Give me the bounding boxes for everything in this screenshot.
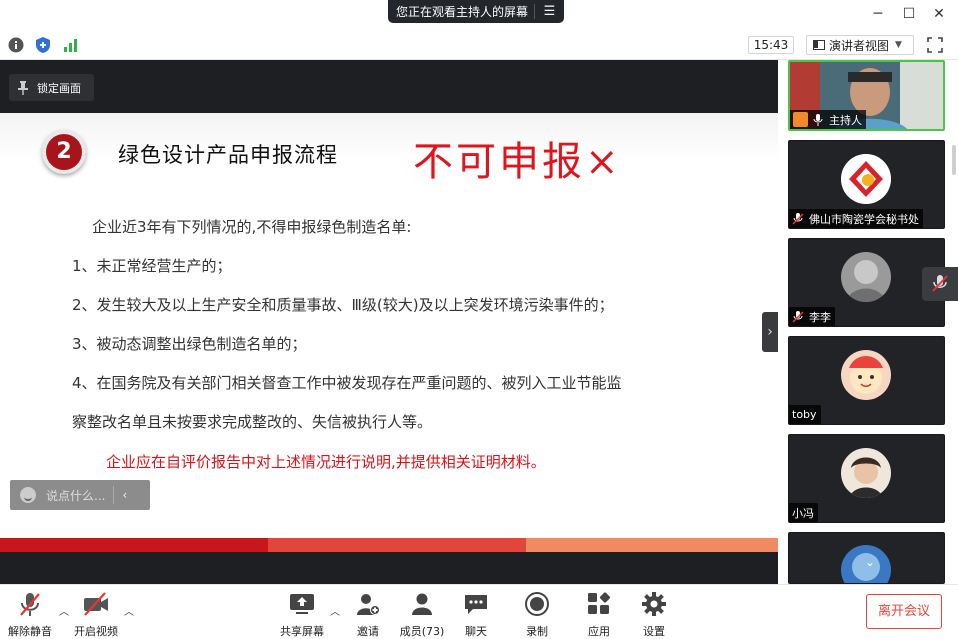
participant-tile[interactable]: ⌄ xyxy=(788,532,945,584)
gallery-scrollbar[interactable] xyxy=(952,145,956,175)
participant-tile[interactable]: toby xyxy=(788,336,945,425)
microphone-muted-icon xyxy=(792,310,804,323)
title-bar: 您正在观看主持人的屏幕 ☰ ─ ☐ ✕ xyxy=(0,0,958,30)
share-screen-icon xyxy=(290,594,314,614)
slide-item-4: 4、在国务院及有关部门相关督查工作中被发现存在严重问题的、被列入工业节能监 xyxy=(72,374,622,392)
hamburger-menu-icon[interactable]: ☰ xyxy=(534,4,564,19)
participant-name: toby xyxy=(792,408,817,421)
comment-placeholder: 说点什么... xyxy=(46,488,106,503)
comment-divider xyxy=(113,486,115,504)
microphone-icon xyxy=(813,113,823,126)
participant-name-label: toby xyxy=(789,405,821,424)
slide-header-shade xyxy=(0,113,778,161)
view-mode-dropdown[interactable]: 演讲者视图 ▼ xyxy=(806,35,914,55)
share-banner-text: 您正在观看主持人的屏幕 xyxy=(396,5,529,19)
participant-tile-host[interactable]: 主持人 xyxy=(788,60,945,131)
host-avatar-icon xyxy=(793,112,808,127)
participant-gallery: 主持人 佛山市陶瓷学会秘书处 李李 toby 小冯 ⌄ xyxy=(778,60,958,584)
record-icon xyxy=(525,592,549,616)
emoji-icon[interactable] xyxy=(20,487,36,503)
meeting-status-bar: 15:43 演讲者视图 ▼ xyxy=(0,30,958,60)
footer-bar-2 xyxy=(268,538,526,552)
camera-off-icon xyxy=(84,592,108,616)
shared-screen-area: 锁定画面 2 绿色设计产品申报流程 不可申报× 企业近3年有下列情况的,不得申报… xyxy=(0,60,778,584)
comment-box[interactable]: 说点什么... ‹ xyxy=(10,480,150,510)
section-number-badge: 2 xyxy=(42,130,86,174)
participant-tile[interactable]: 佛山市陶瓷学会秘书处 xyxy=(788,140,945,229)
avatar-photo xyxy=(841,448,891,498)
participant-name-label: 小冯 xyxy=(789,503,818,522)
presentation-slide: 2 绿色设计产品申报流程 不可申报× 企业近3年有下列情况的,不得申报绿色制造名… xyxy=(0,113,778,552)
not-eligible-stamp: 不可申报× xyxy=(413,139,622,185)
view-mode-label: 演讲者视图 xyxy=(829,38,890,53)
floating-mic-button[interactable] xyxy=(922,267,958,301)
settings-label: 设置 xyxy=(643,625,665,638)
chat-label: 聊天 xyxy=(465,625,487,638)
slide-item-2: 2、发生较大及以上生产安全和质量事故、Ⅲ级(较大)及以上突发环境污染事件的； xyxy=(72,296,614,314)
avatar-photo xyxy=(841,252,891,302)
footer-bar-3 xyxy=(526,538,778,552)
maximize-icon[interactable]: ☐ xyxy=(899,4,919,24)
speaker-view-icon xyxy=(813,40,825,50)
participant-name-label: 李李 xyxy=(789,307,835,326)
lock-screen-button[interactable]: 锁定画面 xyxy=(9,74,94,101)
host-name: 主持人 xyxy=(829,113,862,127)
chevron-left-icon[interactable]: ‹ xyxy=(122,488,127,502)
record-label: 录制 xyxy=(526,625,548,638)
share-screen-label: 共享屏幕 xyxy=(280,625,324,638)
meeting-clock: 15:43 xyxy=(748,36,794,54)
video-options-caret[interactable]: ︿ xyxy=(124,603,134,618)
participant-name: 佛山市陶瓷学会秘书处 xyxy=(809,212,919,226)
slide-note: 企业应在自评价报告中对上述情况进行说明,并提供相关证明材料。 xyxy=(106,453,546,471)
close-icon[interactable]: ✕ xyxy=(929,4,949,24)
participants-icon xyxy=(412,593,432,615)
network-signal-icon[interactable] xyxy=(63,37,79,53)
avatar xyxy=(841,448,891,498)
chevron-down-icon: ▼ xyxy=(895,40,902,50)
participant-name-label: 佛山市陶瓷学会秘书处 xyxy=(789,209,923,228)
participant-tile[interactable]: 小冯 xyxy=(788,434,945,523)
avatar-cartoon xyxy=(841,350,891,400)
pin-icon xyxy=(18,80,28,95)
gear-icon xyxy=(642,592,666,616)
start-video-button[interactable]: 开启视频 xyxy=(64,589,128,638)
avatar xyxy=(841,154,891,204)
settings-button[interactable]: 设置 xyxy=(622,589,686,638)
share-screen-button[interactable]: 共享屏幕 xyxy=(270,589,334,638)
slide-title: 绿色设计产品申报流程 xyxy=(118,143,338,167)
meeting-window: 您正在观看主持人的屏幕 ☰ ─ ☐ ✕ 15:43 演讲者视图 ▼ 锁定画面 2… xyxy=(0,0,958,639)
slide-intro: 企业近3年有下列情况的,不得申报绿色制造名单: xyxy=(92,218,412,236)
participant-name: 李李 xyxy=(809,310,831,324)
microphone-muted-icon xyxy=(932,275,948,292)
security-shield-icon[interactable] xyxy=(35,37,51,53)
avatar xyxy=(841,350,891,400)
meeting-toolbar: 解除静音 ︿ 开启视频 ︿ 共享屏幕 ︿ 邀请 成员(73) 聊天 录制 应用 … xyxy=(0,584,958,639)
chat-button[interactable]: 聊天 xyxy=(444,589,508,638)
apps-icon xyxy=(588,592,611,614)
start-video-label: 开启视频 xyxy=(74,625,118,638)
scroll-down-icon[interactable]: ⌄ xyxy=(865,555,875,569)
participant-name: 小冯 xyxy=(792,506,814,520)
add-user-icon xyxy=(357,594,380,615)
lock-screen-label: 锁定画面 xyxy=(37,81,81,95)
host-name-label: 主持人 xyxy=(790,110,866,129)
leave-meeting-button[interactable]: 离开会议 xyxy=(866,594,942,629)
slide-item-1: 1、未正常经营生产的； xyxy=(72,257,232,275)
info-icon[interactable] xyxy=(8,37,24,53)
unmute-label: 解除静音 xyxy=(8,625,52,638)
record-button[interactable]: 录制 xyxy=(505,589,569,638)
minimize-icon[interactable]: ─ xyxy=(868,4,888,24)
screen-share-banner[interactable]: 您正在观看主持人的屏幕 ☰ xyxy=(388,0,564,23)
microphone-muted-icon xyxy=(792,212,804,225)
avatar xyxy=(841,252,891,302)
slide-item-4-cont: 察整改名单且未按要求完成整改的、失信被执行人等。 xyxy=(72,413,433,431)
fullscreen-icon[interactable] xyxy=(927,37,943,53)
org-logo xyxy=(841,154,891,204)
collapse-gallery-button[interactable]: › xyxy=(762,312,778,352)
microphone-muted-icon xyxy=(20,593,40,616)
footer-bar-1 xyxy=(0,538,268,552)
slide-item-3: 3、被动态调整出绿色制造名单的； xyxy=(72,335,307,353)
chat-icon xyxy=(465,595,487,614)
unmute-button[interactable]: 解除静音 xyxy=(0,589,62,638)
